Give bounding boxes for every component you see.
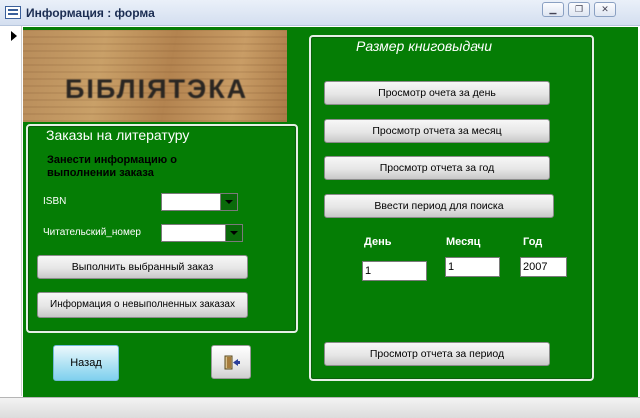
record-selector[interactable] [0,26,22,396]
library-photo: БІБЛІЯТЭКА [23,30,287,122]
enter-period-button[interactable]: Ввести период для поиска [324,194,554,218]
exit-door-icon [224,355,240,370]
exit-button[interactable] [211,345,251,379]
reader-number-label: Читательский_номер [43,227,141,238]
form-window: Информация : форма ▁ ❐ ✕ БІБЛІЯТЭКА Зака… [0,0,640,418]
orders-instruction: Занести информацию о выполнении заказа [47,154,177,179]
year-label: Год [523,236,543,248]
minimize-button[interactable]: ▁ [542,2,564,17]
report-title: Размер книговыдачи [356,38,493,54]
execute-order-button[interactable]: Выполнить выбранный заказ [37,255,248,279]
close-button[interactable]: ✕ [594,2,616,17]
restore-button[interactable]: ❐ [568,2,590,17]
isbn-label: ISBN [43,196,67,207]
year-report-button[interactable]: Просмотр отчета за год [324,156,550,180]
back-button[interactable]: Назад [53,345,119,381]
library-sign-text: БІБЛІЯТЭКА [65,74,249,104]
day-input[interactable]: 1 [362,261,427,281]
month-input[interactable]: 1 [445,257,500,277]
year-input[interactable]: 2007 [520,257,567,277]
orders-title: Заказы на литературу [46,127,190,143]
form-icon [5,6,21,19]
chevron-down-icon[interactable] [225,225,242,241]
window-title: Информация : форма [26,6,155,20]
month-report-button[interactable]: Просмотр отчета за месяц [324,119,550,143]
chevron-down-icon[interactable] [220,194,237,210]
record-pointer-icon [11,31,17,41]
isbn-combo[interactable] [161,193,238,211]
month-label: Месяц [446,236,481,248]
pending-orders-button[interactable]: Информация о невыполненных заказах [37,292,248,318]
status-bar [0,397,640,418]
reader-number-combo[interactable] [161,224,243,242]
period-report-button[interactable]: Просмотр отчета за период [324,342,550,366]
title-bar: Информация : форма ▁ ❐ ✕ [0,0,640,26]
day-label: День [364,236,392,248]
day-report-button[interactable]: Просмотр очета за день [324,81,550,105]
